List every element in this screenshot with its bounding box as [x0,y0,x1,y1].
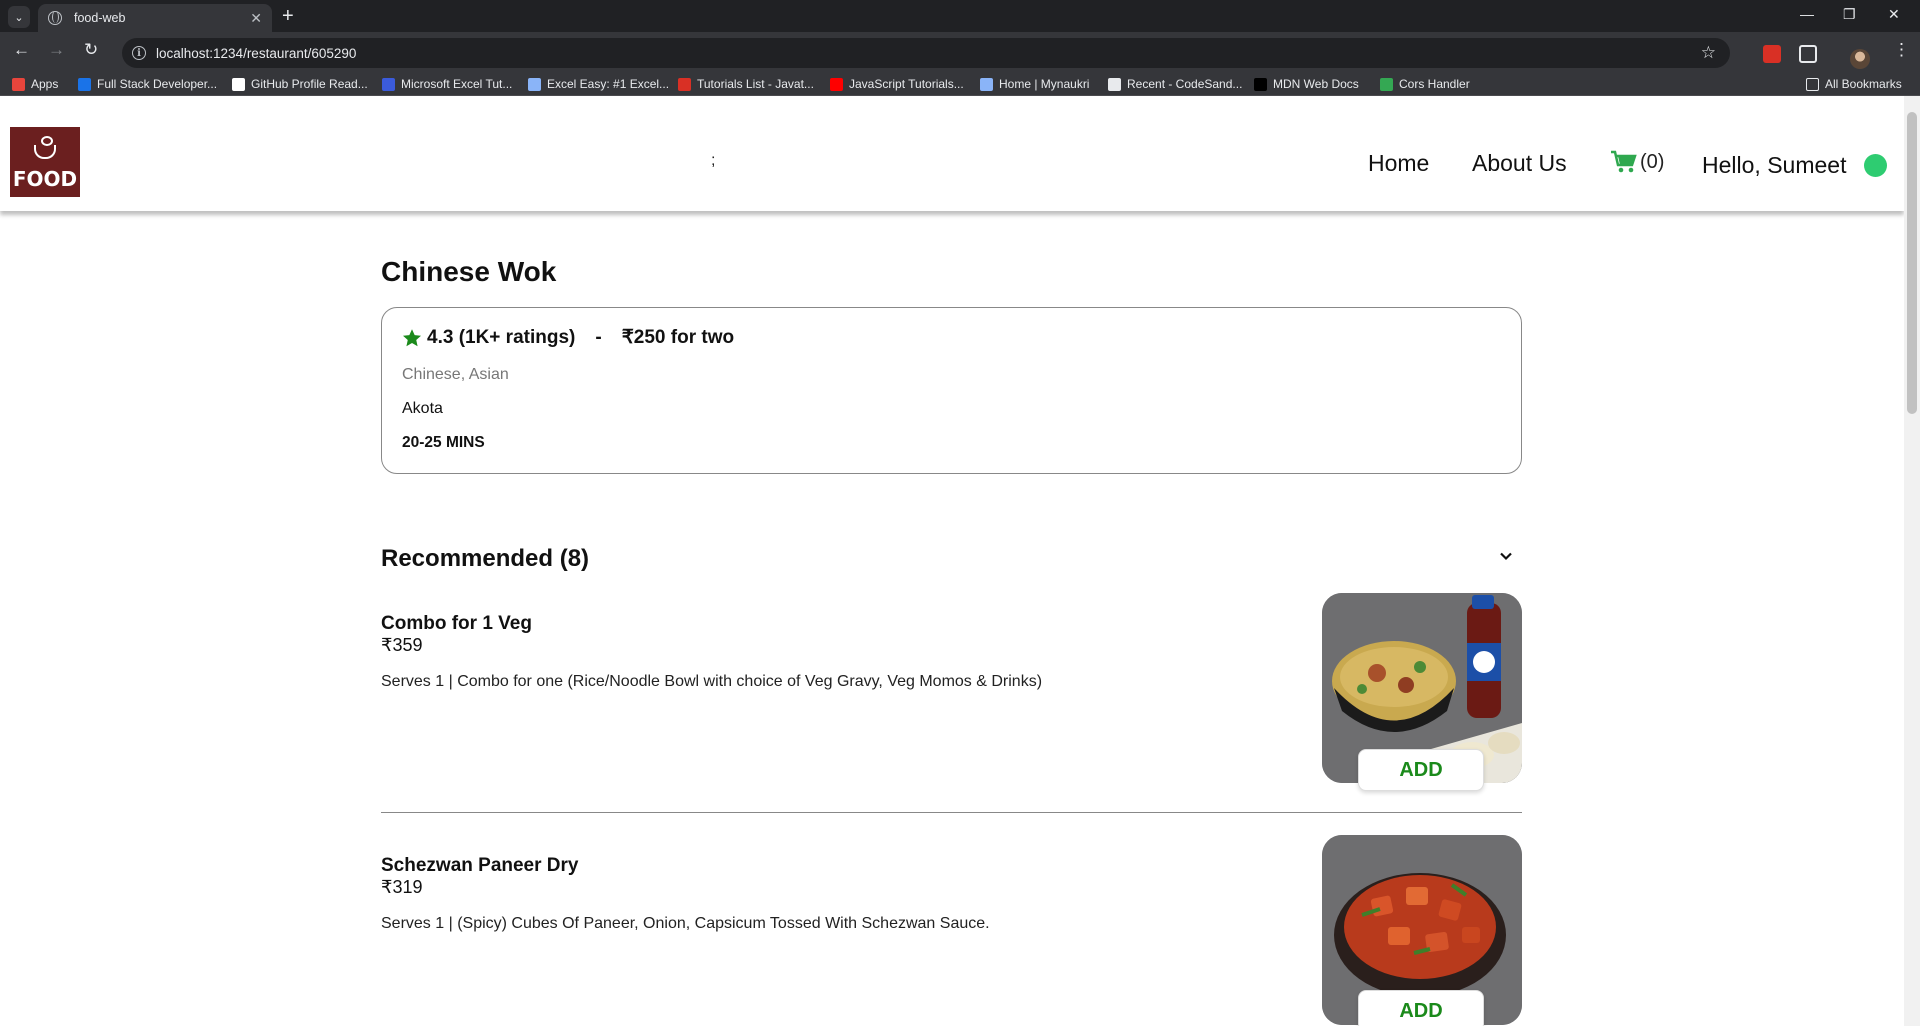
rating-separator: - [595,326,602,348]
menu-item: Schezwan Paneer Dry ₹319 Serves 1 | (Spi… [381,835,1522,1026]
bookmark-label: Recent - CodeSand... [1127,77,1243,91]
bookmark-label: Excel Easy: #1 Excel... [547,77,670,91]
restaurant-info-card: 4.3 (1K+ ratings) - ₹250 for two Chinese… [381,307,1522,474]
bookmark-item[interactable]: GitHub Profile Read... [232,77,368,91]
bookmark-item[interactable]: Microsoft Excel Tut... [382,77,512,91]
close-tab-icon[interactable]: ✕ [250,10,262,27]
add-to-cart-button[interactable]: ADD [1358,749,1484,791]
tab-search-button[interactable]: ⌄ [8,6,30,28]
site-info-icon[interactable]: i [132,46,146,60]
user-greeting: Hello, Sumeet [1702,152,1847,178]
browser-menu-icon[interactable]: ⋮ [1893,40,1910,60]
bookmark-label: MDN Web Docs [1273,77,1359,91]
extensions-puzzle-icon[interactable] [1799,45,1817,63]
cart-link[interactable]: (0) [1610,150,1664,174]
area-name: Akota [402,400,443,417]
forward-icon[interactable]: → [48,40,65,60]
site-icon [1254,77,1267,91]
bookmark-item[interactable]: MDN Web Docs [1254,77,1359,91]
profile-avatar[interactable] [1850,49,1870,69]
tab-title: food-web [74,11,126,25]
restaurant-name: Chinese Wok [381,256,557,287]
nav-about-link[interactable]: About Us [1472,150,1567,177]
cuisines: Chinese, Asian [402,366,509,383]
cart-icon [1611,150,1637,173]
site-icon [980,77,993,91]
reload-icon[interactable]: ↻ [84,40,98,60]
scrollbar-thumb[interactable] [1907,112,1917,414]
nav-home-link[interactable]: Home [1368,150,1429,177]
bookmark-label: GitHub Profile Read... [251,77,368,91]
close-window-icon[interactable]: ✕ [1888,6,1900,23]
item-description: Serves 1 | (Spicy) Cubes Of Paneer, Onio… [381,915,990,932]
section-title[interactable]: Recommended (8) [381,545,589,573]
bookmarks-bar: All Bookmarks Apps Full Stack Developer..… [0,74,1920,96]
site-icon [232,77,245,91]
address-bar[interactable]: i localhost:1234/restaurant/605290 ☆ [122,38,1730,68]
all-bookmarks-folder[interactable]: All Bookmarks [1806,77,1902,91]
bookmark-item[interactable]: Cors Handler [1380,77,1470,91]
rating-row: 4.3 (1K+ ratings) - ₹250 for two [402,326,734,349]
bookmark-item[interactable]: Recent - CodeSand... [1108,77,1242,91]
item-name: Combo for 1 Veg [381,613,532,634]
bookmark-star-icon[interactable]: ☆ [1701,43,1716,63]
bookmark-item[interactable]: Tutorials List - Javat... [678,77,814,91]
item-price: ₹319 [381,877,423,897]
browser-toolbar: ← → ↻ i localhost:1234/restaurant/605290… [0,32,1920,74]
bowl-icon [34,136,56,159]
site-icon [78,77,91,91]
site-icon [1380,77,1393,91]
food-logo[interactable]: FOOD [10,127,80,197]
browser-tab[interactable]: food-web ✕ [38,4,272,32]
bookmark-label: Home | Mynaukri [999,77,1090,91]
item-description: Serves 1 | Combo for one (Rice/Noodle Bo… [381,673,1043,690]
site-header: FOOD ; Home About Us (0) Hello, Sumeet [0,96,1904,211]
bookmark-label: Microsoft Excel Tut... [401,77,513,91]
online-status-indicator [1864,154,1887,177]
new-tab-button[interactable]: + [282,4,294,28]
item-divider [381,812,1522,813]
all-bookmarks-label: All Bookmarks [1825,77,1902,91]
stray-semicolon: ; [711,152,716,169]
bookmark-item[interactable]: Full Stack Developer... [78,77,217,91]
rating-text: 4.3 (1K+ ratings) [427,326,576,348]
bookmark-label: Cors Handler [1399,77,1470,91]
menu-item: Combo for 1 Veg ₹359 Serves 1 | Combo fo… [381,593,1522,793]
cost-for-two: ₹250 for two [621,327,735,348]
extension-icon[interactable] [1763,45,1781,63]
bookmark-label: Full Stack Developer... [97,77,218,91]
item-name: Schezwan Paneer Dry [381,855,579,876]
folder-icon [1806,77,1819,91]
site-icon [678,77,691,91]
restore-icon[interactable]: ❐ [1843,6,1856,23]
bookmark-item[interactable]: Excel Easy: #1 Excel... [528,77,669,91]
add-to-cart-button[interactable]: ADD [1358,990,1484,1026]
logo-text: FOOD [12,167,78,191]
youtube-icon [830,77,843,91]
bookmark-item[interactable]: Apps [12,77,58,91]
minimize-icon[interactable]: — [1800,6,1814,22]
chevron-down-icon[interactable] [1498,548,1514,564]
item-price: ₹359 [381,635,423,655]
cart-count: (0) [1640,150,1665,173]
delivery-time: 20-25 MINS [402,434,485,451]
bookmark-label: Tutorials List - Javat... [697,77,814,91]
browser-tab-bar: ⌄ food-web ✕ + — ❐ ✕ [0,0,1920,32]
site-icon [528,77,541,91]
bookmark-item[interactable]: JavaScript Tutorials... [830,77,964,91]
url-text: localhost:1234/restaurant/605290 [156,45,357,61]
apps-grid-icon [12,77,25,91]
star-icon [403,328,421,346]
site-icon [1108,77,1121,91]
bookmark-label: Apps [31,77,59,91]
bookmark-item[interactable]: Home | Mynaukri [980,77,1089,91]
back-icon[interactable]: ← [13,40,30,60]
globe-icon [48,11,62,25]
bookmark-label: JavaScript Tutorials... [849,77,964,91]
site-icon [382,77,395,91]
